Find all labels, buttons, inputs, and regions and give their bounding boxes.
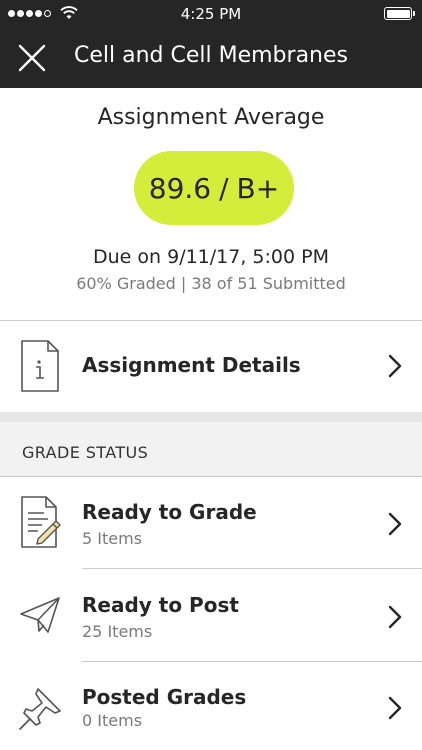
average-grade-badge: 89.6 / B+ [134,151,294,225]
document-pencil-icon [21,496,61,548]
paper-plane-icon [20,597,60,633]
summary-heading: Assignment Average [97,105,325,130]
posted-grades-count: 0 Items [82,711,143,730]
grading-progress: 60% Graded | 38 of 51 Submitted [76,274,346,293]
grade-status-header: GRADE STATUS [0,412,422,476]
average-score: 89.6 [148,171,212,205]
assignment-summary: Assignment Average 89.6 / B+ Due on 9/11… [0,88,422,320]
ready-to-post-row[interactable]: Ready to Post 25 Items [0,570,422,662]
battery-icon [384,7,415,20]
chevron-right-icon [388,512,402,536]
row-divider [82,568,422,569]
chevron-right-icon [388,696,402,720]
document-info-icon [21,340,59,392]
close-icon[interactable] [16,42,48,74]
nav-bar: Cell and Cell Membranes [0,28,422,88]
ready-to-grade-count: 5 Items [82,529,143,548]
status-time: 4:25 PM [180,5,242,23]
ready-to-post-count: 25 Items [82,622,153,641]
ready-to-grade-label: Ready to Grade [82,500,257,524]
pushpin-icon [19,688,61,730]
grade-separator: / [219,171,229,205]
page-title: Cell and Cell Membranes [74,43,348,68]
due-date: Due on 9/11/17, 5:00 PM [93,246,329,268]
assignment-details-label: Assignment Details [82,353,301,377]
section-title: GRADE STATUS [22,443,149,462]
posted-grades-label: Posted Grades [82,685,247,709]
letter-grade: B+ [236,171,280,205]
chevron-right-icon [388,354,402,378]
posted-grades-row[interactable]: Posted Grades 0 Items [0,663,422,750]
status-bar: 4:25 PM [0,0,422,28]
row-divider [82,661,422,662]
ready-to-post-label: Ready to Post [82,593,239,617]
ready-to-grade-row[interactable]: Ready to Grade 5 Items [0,477,422,569]
chevron-right-icon [388,605,402,629]
assignment-details-row[interactable]: Assignment Details [0,321,422,411]
